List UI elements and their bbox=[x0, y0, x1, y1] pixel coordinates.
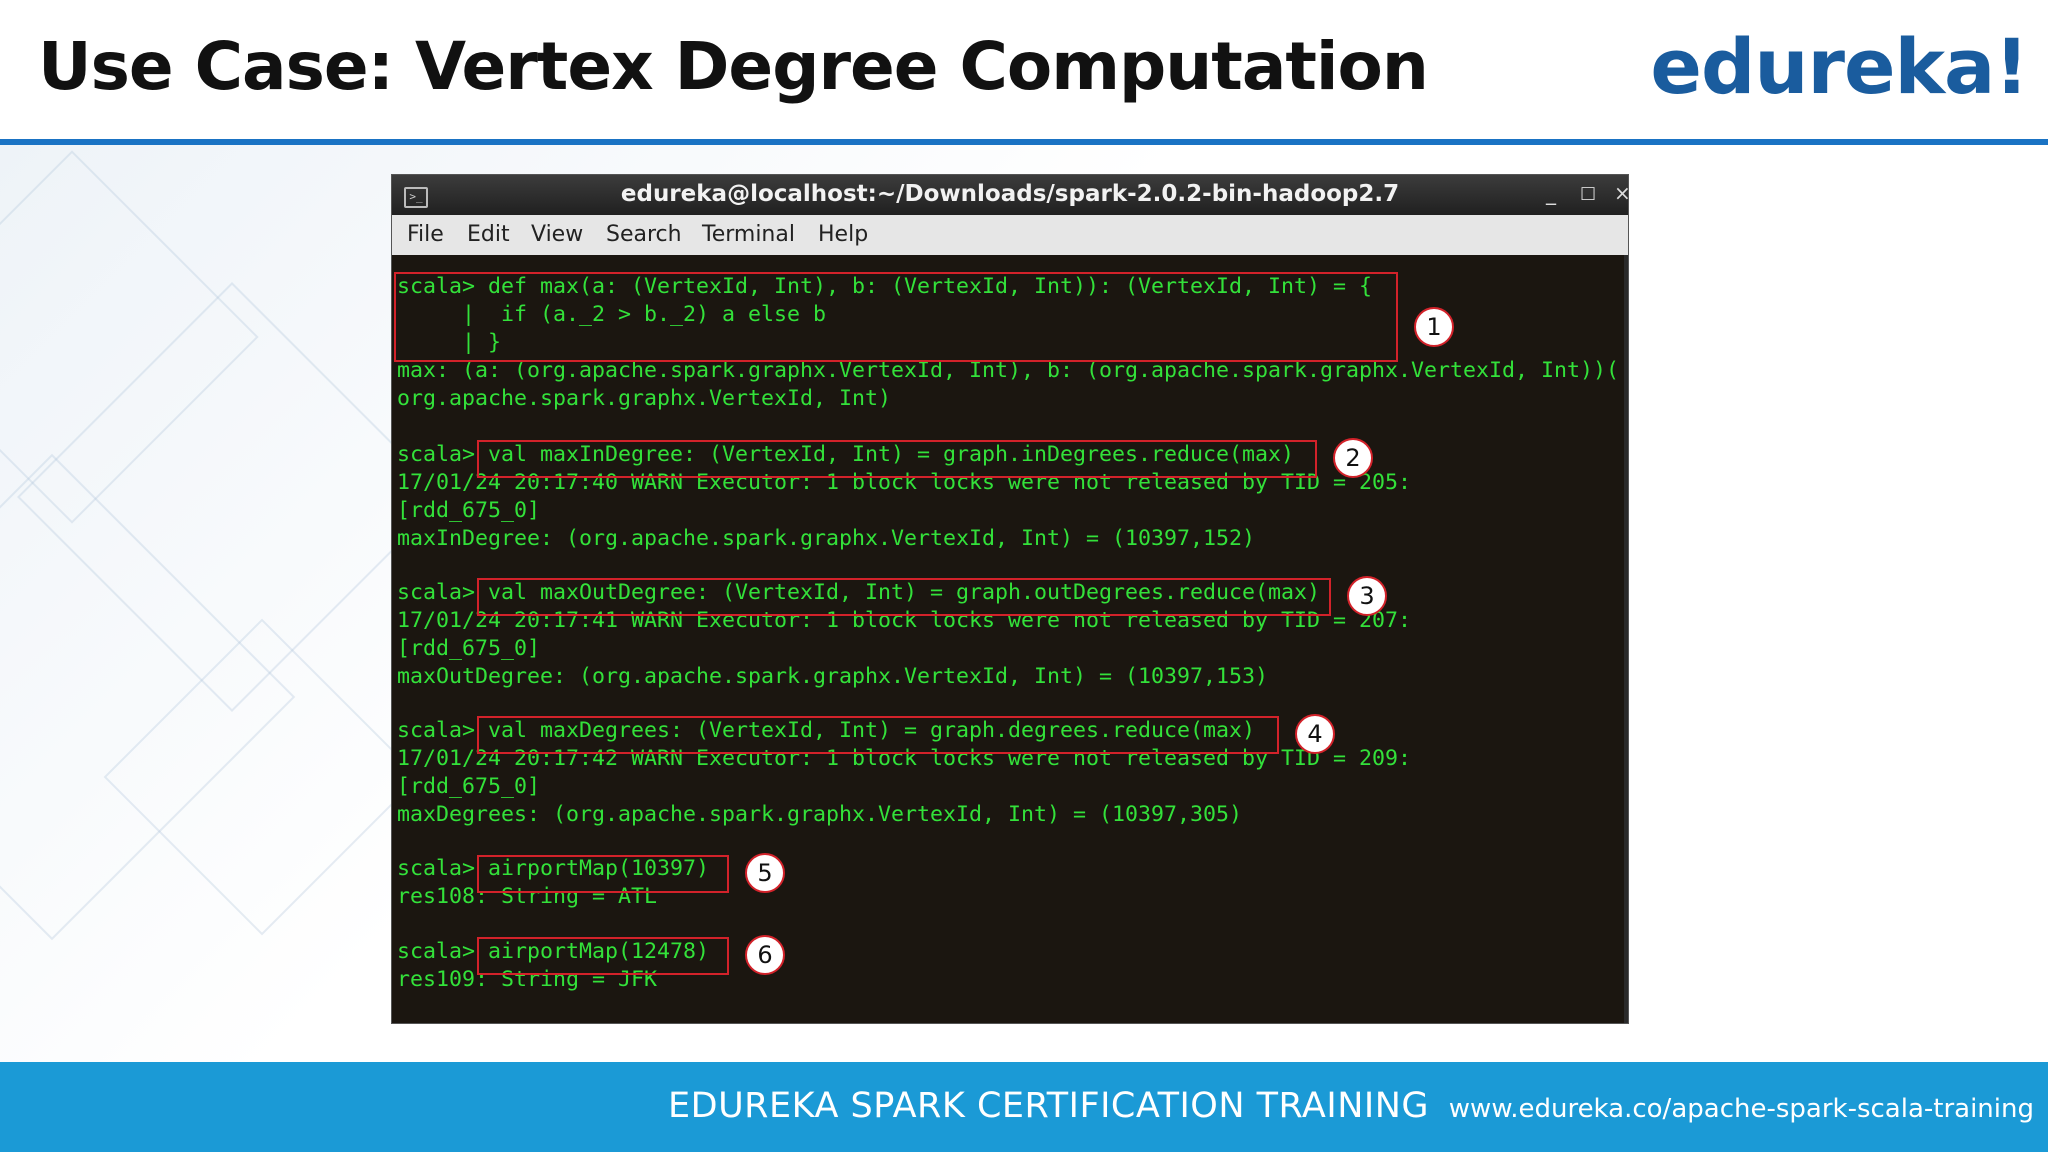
terminal-window: >_ edureka@localhost:~/Downloads/spark-2… bbox=[392, 175, 1631, 1023]
callout-4: 4 bbox=[1295, 714, 1335, 754]
menu-view[interactable]: View bbox=[531, 222, 583, 247]
terminal-line: [rdd_675_0] bbox=[397, 498, 541, 523]
terminal-menubar: File Edit View Search Terminal Help bbox=[392, 215, 1628, 256]
menu-terminal[interactable]: Terminal bbox=[702, 222, 795, 247]
terminal-line: maxOutDegree: (org.apache.spark.graphx.V… bbox=[397, 664, 1269, 689]
close-icon[interactable]: × bbox=[1614, 181, 1631, 205]
footer-title: EDUREKA SPARK CERTIFICATION TRAINING bbox=[668, 1086, 1429, 1126]
callout-3: 3 bbox=[1347, 576, 1387, 616]
menu-edit[interactable]: Edit bbox=[467, 222, 510, 247]
terminal-titlebar[interactable]: >_ edureka@localhost:~/Downloads/spark-2… bbox=[392, 175, 1631, 215]
callout-1: 1 bbox=[1414, 307, 1454, 347]
callout-6: 6 bbox=[745, 935, 785, 975]
callout-2: 2 bbox=[1333, 438, 1373, 478]
highlight-box-3 bbox=[477, 578, 1331, 616]
terminal-scrollbar[interactable] bbox=[1624, 255, 1628, 1023]
terminal-line: maxDegrees: (org.apache.spark.graphx.Ver… bbox=[397, 802, 1243, 827]
highlight-box-1 bbox=[394, 272, 1398, 362]
edureka-logo: edureka! bbox=[1650, 22, 2029, 111]
menu-file[interactable]: File bbox=[407, 222, 444, 247]
maximize-icon[interactable]: □ bbox=[1580, 183, 1596, 203]
terminal-line: maxInDegree: (org.apache.spark.graphx.Ve… bbox=[397, 526, 1256, 551]
footer-url: www.edureka.co/apache-spark-scala-traini… bbox=[1448, 1094, 2034, 1124]
callout-5: 5 bbox=[745, 853, 785, 893]
highlight-box-5 bbox=[477, 855, 729, 893]
minimize-icon[interactable]: _ bbox=[1546, 181, 1556, 205]
highlight-box-2 bbox=[477, 440, 1317, 478]
menu-help[interactable]: Help bbox=[818, 222, 868, 247]
terminal-title: edureka@localhost:~/Downloads/spark-2.0.… bbox=[620, 181, 1400, 207]
terminal-output[interactable]: scala> def max(a: (VertexId, Int), b: (V… bbox=[392, 255, 1628, 1023]
footer-bar: EDUREKA SPARK CERTIFICATION TRAINING www… bbox=[0, 1062, 2048, 1152]
highlight-box-6 bbox=[477, 937, 729, 975]
menu-search[interactable]: Search bbox=[606, 222, 682, 247]
highlight-box-4 bbox=[477, 716, 1279, 754]
terminal-line: org.apache.spark.graphx.VertexId, Int) bbox=[397, 386, 892, 411]
slide-title: Use Case: Vertex Degree Computation bbox=[38, 28, 1429, 105]
terminal-line: [rdd_675_0] bbox=[397, 636, 541, 661]
terminal-line: [rdd_675_0] bbox=[397, 774, 541, 799]
title-divider bbox=[0, 139, 2048, 145]
